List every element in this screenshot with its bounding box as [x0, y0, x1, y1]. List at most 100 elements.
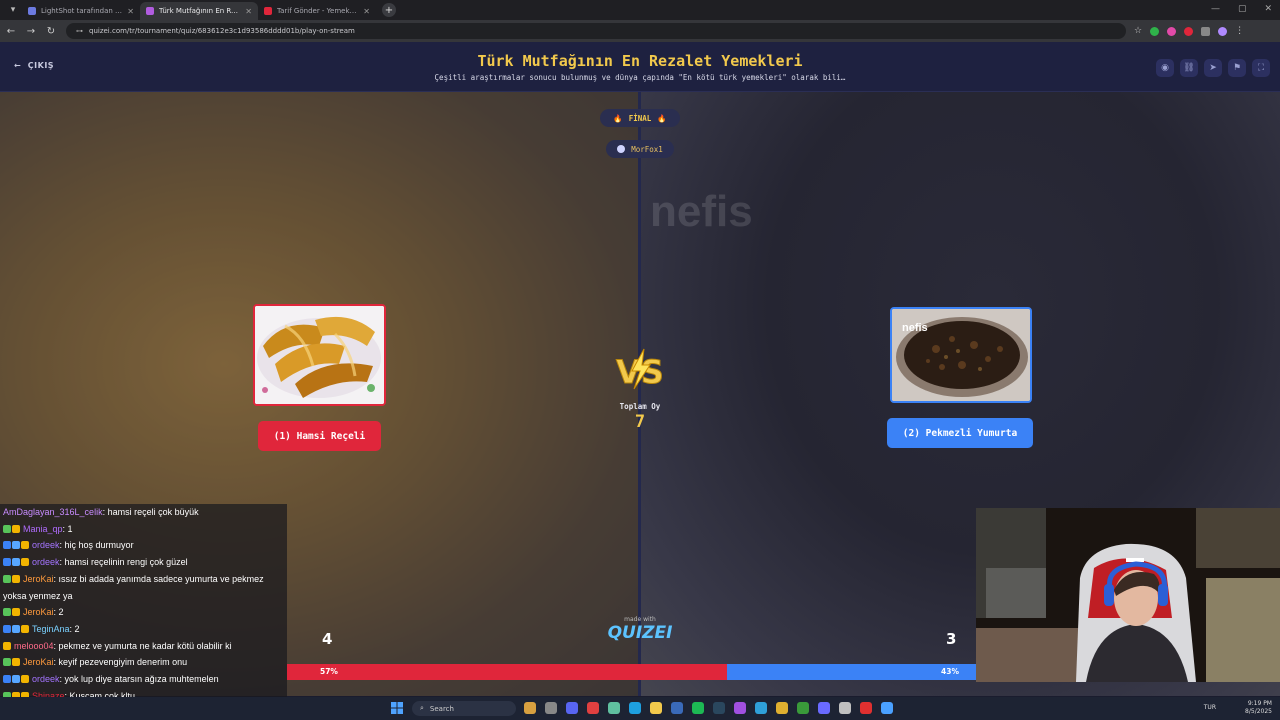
task-view-icon[interactable] — [545, 702, 557, 714]
language-indicator[interactable]: TUR — [1204, 704, 1216, 711]
app-icon[interactable] — [881, 702, 893, 714]
chat-badge-icon — [3, 641, 11, 650]
back-icon[interactable]: ← — [2, 26, 20, 37]
hamsi-receli-photo — [255, 306, 384, 404]
share-icon[interactable]: ➤ — [1204, 59, 1222, 77]
taskbar-search[interactable]: ⌕ Search — [412, 701, 516, 716]
stream-chat: AmDaglayan_316L_celik: hamsi reçeli çok … — [0, 504, 287, 720]
chat-message: JeroKai: keyif pezevengiyim denerim onu — [3, 655, 187, 670]
chrome-icon[interactable] — [776, 702, 788, 714]
tab-close-icon[interactable]: ✕ — [127, 7, 134, 16]
chat-badge-icon — [12, 675, 20, 683]
option-image-left[interactable] — [253, 304, 386, 406]
watermark-text: nefis — [650, 187, 753, 236]
chat-message: ordeek: hiç hoş durmuyor — [3, 538, 134, 553]
chat-badge-icon — [21, 541, 29, 550]
chat-badges — [3, 622, 30, 637]
extension-icon[interactable] — [1150, 26, 1160, 36]
vote-percent-right: 43% — [941, 667, 959, 676]
app-icon[interactable] — [671, 702, 683, 714]
edge-icon[interactable] — [755, 702, 767, 714]
tab-label: Tarif Gönder - Yemek.com — [277, 7, 359, 15]
url-text: quizei.com/tr/tournament/quiz/683612e3c1… — [89, 27, 355, 35]
url-field[interactable]: ⊶ quizei.com/tr/tournament/quiz/683612e3… — [66, 23, 1126, 39]
brand-logo[interactable]: QUIZEI — [600, 623, 680, 643]
chat-badge-icon — [3, 558, 11, 567]
chat-badge-icon — [12, 558, 20, 567]
extensions-puzzle-icon[interactable] — [1201, 26, 1211, 36]
profile-avatar-icon[interactable] — [1218, 26, 1228, 36]
option-button-left[interactable]: (1) Hamsi Reçeli — [258, 421, 381, 451]
player-badge: MorFox1 — [606, 140, 674, 158]
app-icon[interactable] — [587, 702, 599, 714]
chat-badges — [3, 555, 30, 570]
chat-text: : yok lup diye atarsın ağıza muhtemelen — [59, 674, 219, 684]
option-button-right[interactable]: (2) Pekmezli Yumurta — [887, 418, 1033, 448]
close-window-icon[interactable]: ✕ — [1264, 4, 1272, 14]
extension-icon[interactable] — [1167, 26, 1177, 36]
spotify-icon[interactable] — [692, 702, 704, 714]
chat-username[interactable]: TeginAna — [32, 624, 70, 634]
app-icon[interactable] — [608, 702, 620, 714]
chat-username[interactable]: JeroKai — [23, 607, 54, 617]
chat-message: AmDaglayan_316L_celik: hamsi reçeli çok … — [3, 505, 199, 520]
reload-icon[interactable]: ↻ — [42, 26, 60, 37]
eye-icon[interactable]: ◉ — [1156, 59, 1174, 77]
chat-message: TeginAna: 2 — [3, 622, 80, 637]
total-votes-label: Toplam Oy — [619, 402, 661, 411]
chat-username[interactable]: JeroKai — [23, 574, 54, 584]
tab-close-icon[interactable]: ✕ — [245, 7, 252, 16]
tab-favicon-icon — [264, 7, 272, 15]
site-info-icon[interactable]: ⊶ — [76, 27, 83, 35]
browser-menu-icon[interactable]: ⋮ — [1235, 26, 1244, 36]
app-icon[interactable] — [860, 702, 872, 714]
extension-icon[interactable] — [1184, 26, 1194, 36]
browser-tab[interactable]: LightShot tarafından Bu yan Görü ✕ — [22, 2, 140, 20]
app-icon[interactable] — [839, 702, 851, 714]
chat-message: ordeek: hamsi reçelinin rengi çok güzel — [3, 555, 188, 570]
chat-badge-icon — [12, 541, 20, 550]
clock-time: 9:19 PM — [1247, 700, 1272, 707]
chat-badge-icon — [3, 524, 11, 533]
skype-icon[interactable] — [629, 702, 641, 714]
chat-username[interactable]: AmDaglayan_316L_celik — [3, 507, 103, 517]
new-tab-icon[interactable]: + — [382, 3, 396, 17]
windows-start-icon[interactable] — [391, 702, 403, 714]
discord-icon[interactable] — [566, 702, 578, 714]
browser-tab-bar: ▾ LightShot tarafından Bu yan Görü ✕ Tür… — [0, 0, 1280, 20]
forward-icon[interactable]: → — [22, 26, 40, 37]
bookmark-star-icon[interactable]: ☆ — [1134, 26, 1142, 36]
chat-username[interactable]: melooo04 — [14, 641, 54, 651]
file-explorer-icon[interactable] — [650, 702, 662, 714]
chat-username[interactable]: Mania_qp — [23, 524, 63, 534]
fullscreen-icon[interactable]: ⛶ — [1252, 59, 1270, 77]
flag-icon[interactable]: ⚑ — [1228, 59, 1246, 77]
option-image-right[interactable]: nefis — [890, 307, 1032, 403]
steam-icon[interactable] — [713, 702, 725, 714]
tab-menu-icon[interactable]: ▾ — [4, 2, 22, 18]
browser-tab-active[interactable]: Türk Mutfağının En Rezalet Yem ✕ — [140, 2, 258, 20]
chat-username[interactable]: JeroKai — [23, 657, 54, 667]
chat-username[interactable]: ordeek — [32, 540, 60, 550]
tab-close-icon[interactable]: ✕ — [363, 7, 370, 16]
chat-badge-icon — [3, 658, 11, 667]
chat-badges — [3, 605, 21, 620]
link-icon[interactable]: ⛓ — [1180, 59, 1198, 77]
vote-percent-left: 57% — [320, 667, 338, 676]
browser-tab[interactable]: Tarif Gönder - Yemek.com ✕ — [258, 2, 376, 20]
chat-username[interactable]: ordeek — [32, 557, 60, 567]
chat-username[interactable]: ordeek — [32, 674, 60, 684]
chat-badge-icon — [3, 574, 11, 583]
chat-text: : ıssız bi adada yanımda sadece yumurta … — [53, 573, 264, 584]
chat-badges — [3, 655, 21, 670]
chat-badge-icon — [21, 558, 29, 567]
app-header: ← ÇIKIŞ Türk Mutfağının En Rezalet Yemek… — [0, 42, 1280, 92]
xbox-icon[interactable] — [797, 702, 809, 714]
app-icon[interactable] — [818, 702, 830, 714]
system-clock[interactable]: 9:19 PM 8/5/2025 — [1245, 700, 1272, 716]
chat-text: : hamsi reçelinin rengi çok güzel — [59, 557, 188, 568]
app-icon[interactable] — [734, 702, 746, 714]
widgets-icon[interactable] — [524, 702, 536, 714]
minimize-icon[interactable]: — — [1211, 4, 1220, 14]
maximize-icon[interactable]: ▢ — [1238, 4, 1247, 14]
